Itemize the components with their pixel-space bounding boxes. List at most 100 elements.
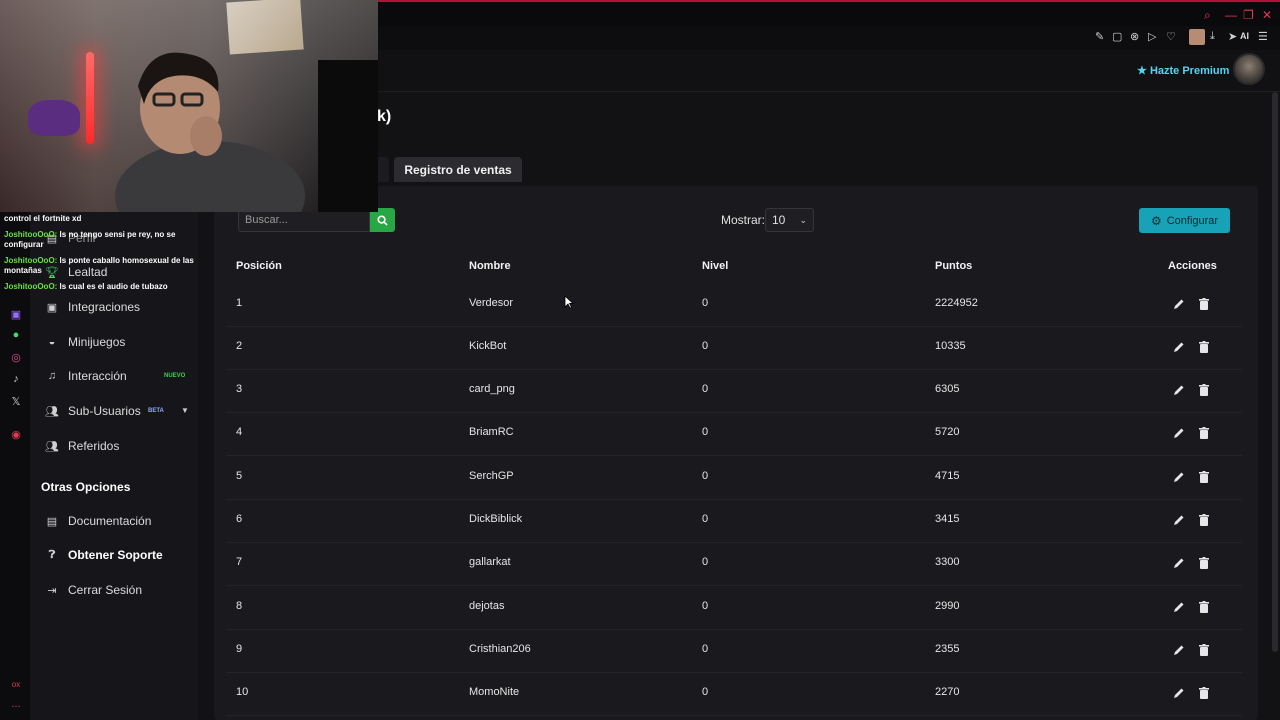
cell-points: 4715: [935, 470, 960, 482]
sidebar-item-documentacion[interactable]: ▤ Documentación: [44, 511, 152, 531]
cell-position: 1: [236, 297, 243, 309]
col-header-level[interactable]: Nivel: [702, 260, 728, 272]
cell-level: 0: [702, 686, 709, 698]
cell-level: 0: [702, 470, 709, 482]
trash-icon[interactable]: [1197, 686, 1211, 700]
table-row: 3 card_png 0 6305: [226, 370, 1242, 413]
sidebar-item-interaccion[interactable]: ♫ Interacción: [44, 366, 127, 386]
restore-icon[interactable]: ❐: [1243, 8, 1254, 22]
configure-button[interactable]: ⚙ Configurar: [1139, 208, 1230, 233]
record-icon[interactable]: ◉: [9, 428, 23, 441]
gamepad-icon: ◒: [48, 336, 56, 348]
sidebar-item-label: Interacción: [68, 369, 127, 383]
chat-username: JoshitooOoO:: [4, 282, 58, 291]
download-icon[interactable]: ⤓: [1210, 30, 1215, 43]
cell-points: 6305: [935, 383, 960, 395]
edit-icon[interactable]: [1172, 383, 1186, 397]
trash-icon[interactable]: [1197, 383, 1211, 397]
trash-icon[interactable]: [1197, 643, 1211, 657]
edit-icon[interactable]: [1172, 513, 1186, 527]
crop-icon[interactable]: ▢: [1112, 30, 1122, 43]
edit-icon[interactable]: [1172, 643, 1186, 657]
chat-message: control el fortnite xd: [4, 214, 82, 223]
cell-position: 4: [236, 426, 243, 438]
whatsapp-icon[interactable]: ●: [9, 329, 23, 341]
sidebar-item-integraciones[interactable]: ▣ Integraciones: [44, 297, 140, 317]
edit-icon[interactable]: [1172, 426, 1186, 440]
streamer-silhouette: [115, 52, 305, 212]
cell-level: 0: [702, 383, 709, 395]
cell-level: 0: [702, 556, 709, 568]
show-label: Mostrar:: [721, 213, 766, 227]
cell-name: BriamRC: [469, 426, 514, 438]
col-header-position[interactable]: Posición: [236, 260, 282, 272]
col-header-name[interactable]: Nombre: [469, 260, 511, 272]
chevron-down-icon[interactable]: ▼: [181, 406, 189, 415]
close-icon[interactable]: ✕: [1262, 8, 1272, 22]
trash-icon[interactable]: [1197, 513, 1211, 527]
profile-avatar-icon[interactable]: [1189, 29, 1205, 45]
table-row: 9 Cristhian206 0 2355: [226, 630, 1242, 673]
sidebar-item-sub-usuarios[interactable]: 👥︎ Sub-Usuarios: [44, 401, 141, 421]
cell-name: Cristhian206: [469, 643, 531, 655]
sidebar-item-referidos[interactable]: 👥︎ Referidos: [44, 436, 119, 456]
sidebar-item-label: Cerrar Sesión: [68, 583, 143, 597]
tab-previous[interactable]: [377, 157, 389, 182]
edit-icon[interactable]: [1172, 340, 1186, 354]
table-row: 6 DickBiblick 0 3415: [226, 500, 1242, 543]
premium-label: Hazte Premium: [1149, 65, 1230, 77]
page-scrollbar[interactable]: [1272, 92, 1278, 652]
play-icon[interactable]: ▷: [1148, 30, 1156, 43]
col-header-points[interactable]: Puntos: [935, 260, 972, 272]
sidebar-item-soporte[interactable]: ❓︎ Obtener Soporte: [44, 545, 163, 565]
cell-name: KickBot: [469, 340, 507, 352]
edit-icon[interactable]: [1172, 297, 1186, 311]
tiktok-icon[interactable]: ♪: [9, 373, 23, 385]
chat-message: JoshitooOoO: ls no tengo sensi pe rey, n…: [4, 230, 204, 250]
trash-icon[interactable]: [1197, 470, 1211, 484]
twitch-icon[interactable]: ▣: [9, 308, 23, 321]
edit-icon[interactable]: [1172, 600, 1186, 614]
cell-points: 2990: [935, 600, 960, 612]
rail-bottom-label: ox: [11, 680, 21, 689]
sidebar-item-minijuegos[interactable]: ◒ Minijuegos: [44, 332, 126, 352]
more-icon[interactable]: ...: [9, 698, 23, 710]
send-icon[interactable]: ➤: [1228, 30, 1237, 43]
trash-icon[interactable]: [1197, 556, 1211, 570]
users-icon: 👥︎: [45, 405, 59, 418]
trash-icon[interactable]: [1197, 340, 1211, 354]
trash-icon[interactable]: [1197, 600, 1211, 614]
sidebar-item-cerrar-sesion[interactable]: ⇥ Cerrar Sesión: [44, 580, 142, 600]
cell-position: 8: [236, 600, 243, 612]
edit-icon[interactable]: [1172, 686, 1186, 700]
cell-level: 0: [702, 513, 709, 525]
sidebar-item-label: Integraciones: [68, 300, 141, 314]
edit-icon[interactable]: [1172, 470, 1186, 484]
shield-icon[interactable]: ⊗: [1130, 30, 1139, 43]
music-icon: ♫: [47, 370, 57, 382]
minimize-icon[interactable]: —: [1225, 8, 1237, 22]
tab-registro-de-ventas[interactable]: Registro de ventas: [394, 157, 522, 182]
trash-icon[interactable]: [1197, 426, 1211, 440]
user-group-icon: 👥︎: [45, 440, 59, 453]
x-twitter-icon[interactable]: 𝕏: [9, 395, 23, 408]
cell-position: 3: [236, 383, 243, 395]
edit-icon[interactable]: [1172, 556, 1186, 570]
menu-icon[interactable]: ☰: [1258, 30, 1268, 43]
plush-toy: [28, 100, 80, 136]
search-icon[interactable]: ⌕: [1204, 8, 1211, 23]
page-size-select[interactable]: 10 ⌄: [765, 208, 814, 232]
trash-icon[interactable]: [1197, 297, 1211, 311]
heart-icon[interactable]: ♡: [1166, 30, 1176, 43]
instagram-icon[interactable]: ◎: [9, 351, 23, 364]
ai-button[interactable]: AI: [1240, 31, 1249, 41]
chat-message: JoshitooOoO: ls ponte caballo homosexual…: [4, 256, 204, 276]
premium-link[interactable]: ★ Hazte Premium: [1137, 64, 1229, 77]
col-header-actions: Acciones: [1168, 260, 1217, 272]
user-avatar[interactable]: [1233, 53, 1265, 85]
cell-points: 5720: [935, 426, 960, 438]
cell-level: 0: [702, 600, 709, 612]
sidebar-item-label: Documentación: [68, 514, 152, 528]
pin-icon[interactable]: ✎: [1095, 30, 1104, 43]
sidebar-item-label: Minijuegos: [68, 335, 126, 349]
